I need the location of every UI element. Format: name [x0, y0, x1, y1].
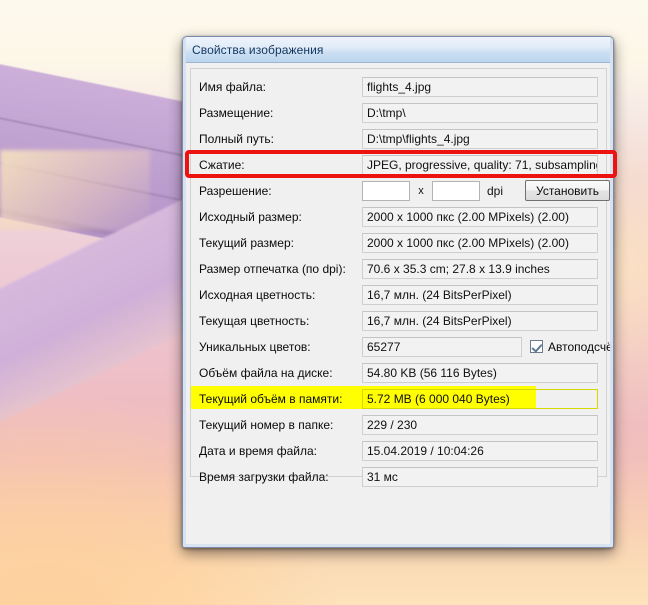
resolution-controls: x dpi Установить	[362, 180, 610, 201]
label-print-size: Размер отпечатка (по dpi):	[199, 261, 346, 276]
label-memory-size: Текущий объём в памяти:	[199, 391, 343, 406]
row-file-datetime: Дата и время файла: 15.04.2019 / 10:04:2…	[199, 439, 598, 462]
row-print-size: Размер отпечатка (по dpi): 70.6 x 35.3 c…	[199, 257, 598, 280]
row-unique-colors: Уникальных цветов: 65277 Автоподсчёт	[199, 335, 613, 358]
autocount-label: Автоподсчёт	[548, 339, 614, 354]
value-original-size: 2000 x 1000 пкс (2.00 MPixels) (2.00)	[362, 206, 598, 227]
label-full-path: Полный путь:	[199, 131, 274, 146]
autocount-checkbox-wrap[interactable]: Автоподсчёт	[530, 339, 614, 354]
row-file-size-on-disk: Объём файла на диске: 54.80 KB (56 116 B…	[199, 361, 598, 384]
label-resolution: Разрешение:	[199, 183, 272, 198]
wing-highlight	[0, 150, 150, 230]
resolution-unit-label: dpi	[487, 183, 504, 198]
row-location: Размещение: D:\tmp\	[199, 101, 598, 124]
dialog-client-area: Имя файла: flights_4.jpg Размещение: D:\…	[183, 63, 613, 547]
value-current-size: 2000 x 1000 пкс (2.00 MPixels) (2.00)	[362, 232, 598, 253]
value-location: D:\tmp\	[362, 102, 598, 123]
value-unique-colors: 65277	[362, 336, 522, 357]
row-compression: Сжатие: JPEG, progressive, quality: 71, …	[199, 153, 598, 176]
label-unique-colors: Уникальных цветов:	[199, 339, 311, 354]
label-current-size: Текущий размер:	[199, 235, 294, 250]
label-original-size: Исходный размер:	[199, 209, 302, 224]
row-memory-size: Текущий объём в памяти: 5.72 MB (6 000 0…	[191, 386, 598, 410]
value-full-path: D:\tmp\flights_4.jpg	[362, 128, 598, 149]
value-file-name: flights_4.jpg	[362, 76, 598, 97]
row-resolution: Разрешение: x dpi Установить	[199, 179, 610, 202]
resolution-separator: x	[418, 184, 424, 197]
label-location: Размещение:	[199, 105, 274, 120]
dialog-buttons-area: OK	[183, 483, 613, 543]
dialog-titlebar[interactable]: Свойства изображения	[183, 37, 613, 63]
properties-panel: Имя файла: flights_4.jpg Размещение: D:\…	[190, 68, 613, 487]
value-folder-index: 229 / 230	[362, 414, 598, 435]
resolution-width-input[interactable]	[362, 180, 410, 201]
value-file-datetime: 15.04.2019 / 10:04:26	[362, 440, 598, 461]
row-full-path: Полный путь: D:\tmp\flights_4.jpg	[199, 127, 598, 150]
row-folder-index: Текущий номер в папке: 229 / 230	[199, 413, 598, 436]
label-current-color-depth: Текущая цветность:	[199, 313, 310, 328]
label-original-color-depth: Исходная цветность:	[199, 287, 316, 302]
value-current-color-depth: 16,7 млн. (24 BitsPerPixel)	[362, 310, 598, 331]
label-file-size-on-disk: Объём файла на диске:	[199, 365, 333, 380]
image-properties-dialog: Свойства изображения Имя файла: flights_…	[182, 36, 614, 548]
label-folder-index: Текущий номер в папке:	[199, 417, 334, 432]
value-print-size: 70.6 x 35.3 cm; 27.8 x 13.9 inches	[362, 258, 598, 279]
label-file-name: Имя файла:	[199, 79, 266, 94]
resolution-height-input[interactable]	[432, 180, 480, 201]
row-file-name: Имя файла: flights_4.jpg	[199, 75, 598, 98]
value-original-color-depth: 16,7 млн. (24 BitsPerPixel)	[362, 284, 598, 305]
row-current-color-depth: Текущая цветность: 16,7 млн. (24 BitsPer…	[199, 309, 598, 332]
label-compression: Сжатие:	[199, 157, 245, 172]
set-resolution-button[interactable]: Установить	[525, 180, 610, 201]
label-load-time: Время загрузки файла:	[199, 469, 329, 484]
value-file-size-on-disk: 54.80 KB (56 116 Bytes)	[362, 362, 598, 383]
row-original-color-depth: Исходная цветность: 16,7 млн. (24 BitsPe…	[199, 283, 598, 306]
value-memory-size: 5.72 MB (6 000 040 Bytes)	[362, 388, 598, 409]
value-compression: JPEG, progressive, quality: 71, subsampl…	[362, 154, 598, 175]
checkmark-icon[interactable]	[530, 340, 543, 353]
row-original-size: Исходный размер: 2000 x 1000 пкс (2.00 M…	[199, 205, 598, 228]
dialog-title: Свойства изображения	[192, 42, 324, 57]
row-current-size: Текущий размер: 2000 x 1000 пкс (2.00 MP…	[199, 231, 598, 254]
label-file-datetime: Дата и время файла:	[199, 443, 318, 458]
